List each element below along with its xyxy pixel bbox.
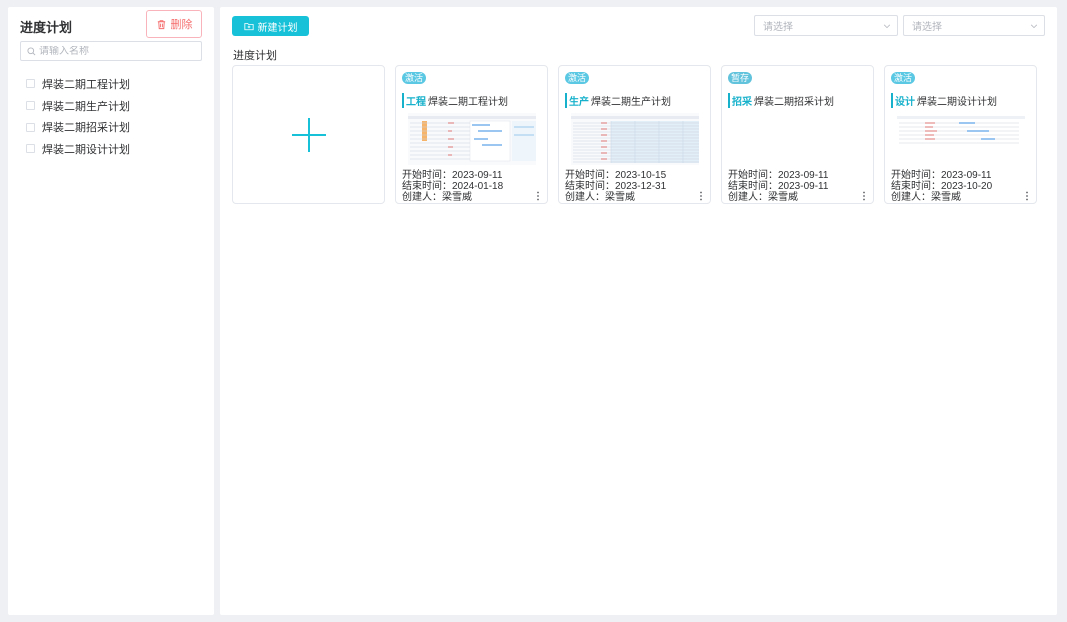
more-vertical-icon[interactable] — [1024, 191, 1030, 201]
plan-name: 焊装二期设计计划 — [917, 97, 997, 108]
gantt-thumbnail — [408, 113, 536, 165]
plan-list: 焊装二期工程计划 焊装二期生产计划 焊装二期招采计划 焊装二期设计计划 — [26, 73, 130, 160]
delete-label: 删除 — [170, 19, 193, 31]
plan-item-label: 焊装二期设计计划 — [42, 143, 130, 156]
status-badge: 激活 — [891, 72, 916, 84]
start-time: 开始时间：2023-09-11 — [728, 170, 829, 181]
status-badge: 暂存 — [728, 72, 753, 84]
plan-item-label: 焊装二期工程计划 — [42, 78, 130, 91]
plan-card[interactable]: 激活 生产 焊装二期生产计划 开始时间：2023-10-15 结束时间：2023… — [558, 65, 711, 204]
plan-list-item[interactable]: 焊装二期工程计划 — [26, 73, 130, 95]
section-title: 进度计划 — [233, 50, 277, 62]
plan-checkbox[interactable] — [26, 122, 35, 132]
search-input[interactable] — [39, 45, 189, 57]
plan-name: 焊装二期生产计划 — [591, 97, 671, 108]
creator: 创建人：梁雪威 — [891, 192, 961, 203]
creator: 创建人：梁雪威 — [402, 192, 472, 203]
plan-list-item[interactable]: 焊装二期生产计划 — [26, 95, 130, 117]
sidebar: 进度计划 删除 焊装二期工程计划 焊装二期生产计划 焊装二期招采计划 焊装二期设… — [8, 7, 214, 615]
plan-card[interactable]: 激活 设计 焊装二期设计计划 开始时间：2023-09-11 结束时间：2023… — [884, 65, 1037, 204]
plan-card[interactable]: 激活 工程 焊装二期工程计划 开始时间：2023-09-11 结束时间：2024… — [395, 65, 548, 204]
main-panel: 新建计划 请选择 请选择 进度计划 激活 工程 焊装二期工程计划 开始时间：20… — [220, 7, 1057, 615]
gantt-thumbnail — [571, 113, 699, 165]
status-badge: 激活 — [402, 72, 427, 84]
plus-icon — [291, 117, 326, 152]
chevron-down-icon — [1030, 24, 1038, 28]
start-time: 开始时间：2023-10-15 — [565, 170, 667, 181]
end-time: 结束时间：2023-09-11 — [728, 181, 829, 192]
new-plan-label: 新建计划 — [257, 22, 298, 34]
plan-checkbox[interactable] — [26, 101, 35, 111]
card-info: 开始时间：2023-09-11 结束时间：2023-10-20 创建人：梁雪威 — [891, 170, 992, 203]
sidebar-title: 进度计划 — [20, 20, 73, 35]
folder-plus-icon — [243, 23, 254, 31]
card-title: 生产 焊装二期生产计划 — [565, 93, 671, 108]
card-info: 开始时间：2023-09-11 结束时间：2023-09-11 创建人：梁雪威 — [728, 170, 828, 203]
more-vertical-icon[interactable] — [698, 191, 704, 201]
more-vertical-icon[interactable] — [535, 191, 541, 201]
plan-list-item[interactable]: 焊装二期设计计划 — [26, 138, 130, 160]
plan-item-label: 焊装二期生产计划 — [42, 100, 130, 113]
card-title: 工程 焊装二期工程计划 — [402, 93, 508, 108]
plan-checkbox[interactable] — [26, 144, 35, 154]
filter-select-2[interactable]: 请选择 — [903, 15, 1045, 36]
plan-card[interactable]: 暂存 招采 焊装二期招采计划 开始时间：2023-09-11 结束时间：2023… — [721, 65, 874, 204]
more-vertical-icon[interactable] — [861, 191, 867, 201]
end-time: 结束时间：2023-12-31 — [565, 181, 667, 192]
creator: 创建人：梁雪威 — [728, 192, 798, 203]
card-title: 招采 焊装二期招采计划 — [728, 93, 834, 108]
plan-thumbnail — [897, 113, 1025, 165]
plan-list-item[interactable]: 焊装二期招采计划 — [26, 116, 130, 138]
start-time: 开始时间：2023-09-11 — [402, 170, 503, 181]
type-tag: 生产 — [565, 93, 589, 108]
trash-icon — [157, 19, 165, 29]
card-info: 开始时间：2023-10-15 结束时间：2023-12-31 创建人：梁雪威 — [565, 170, 666, 203]
creator: 创建人：梁雪威 — [565, 192, 635, 203]
card-info: 开始时间：2023-09-11 结束时间：2024-01-18 创建人：梁雪威 — [402, 170, 503, 203]
status-badge: 激活 — [565, 72, 590, 84]
type-tag: 设计 — [891, 93, 915, 108]
delete-button[interactable]: 删除 — [146, 10, 202, 38]
plan-name: 焊装二期工程计划 — [428, 97, 508, 108]
end-time: 结束时间：2024-01-18 — [402, 181, 504, 192]
plan-thumbnail — [408, 113, 536, 165]
plan-thumbnail — [571, 113, 699, 165]
plan-checkbox[interactable] — [26, 79, 35, 89]
select-placeholder: 请选择 — [763, 22, 793, 33]
plan-name: 焊装二期招采计划 — [754, 97, 834, 108]
search-box — [20, 41, 202, 61]
gantt-thumbnail — [897, 113, 1025, 165]
type-tag: 工程 — [402, 93, 426, 108]
filter-select-1[interactable]: 请选择 — [754, 15, 898, 36]
plan-item-label: 焊装二期招采计划 — [42, 122, 130, 135]
chevron-down-icon — [883, 24, 891, 28]
end-time: 结束时间：2023-10-20 — [891, 181, 993, 192]
add-plan-card[interactable] — [232, 65, 385, 204]
select-placeholder: 请选择 — [912, 22, 942, 33]
search-icon — [27, 46, 36, 55]
start-time: 开始时间：2023-09-11 — [891, 170, 992, 181]
type-tag: 招采 — [728, 93, 752, 108]
new-plan-button[interactable]: 新建计划 — [232, 16, 309, 36]
card-title: 设计 焊装二期设计计划 — [891, 93, 997, 108]
